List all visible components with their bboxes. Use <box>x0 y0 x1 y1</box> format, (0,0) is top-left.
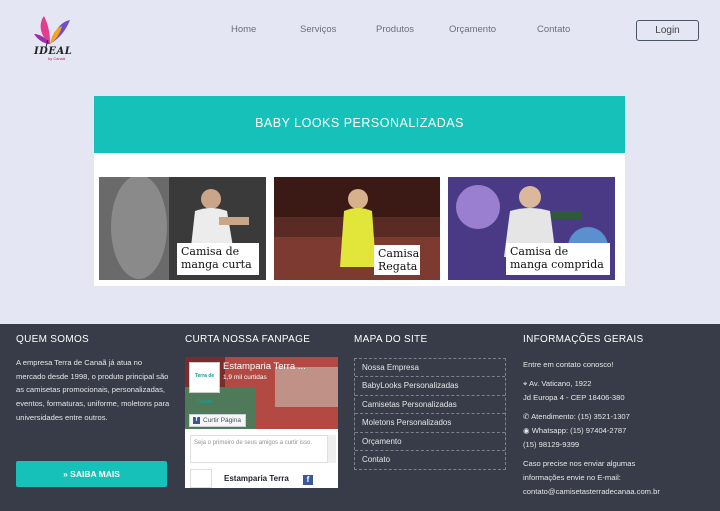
info-whatsapp-line: ◉ Whatsapp: (15) 97404-2787 <box>523 426 626 435</box>
fanpage-name[interactable]: Estamparia Terra ... <box>223 361 306 372</box>
curtir-pagina-button[interactable]: f Curtir Página <box>189 414 246 427</box>
info-address1-text: Av. Vaticano, 1922 <box>528 379 592 388</box>
site-footer: QUEM SOMOS A empresa Terra de Canaã já a… <box>0 324 720 511</box>
map-link-nossa-empresa[interactable]: Nossa Empresa <box>355 359 505 378</box>
whatsapp-icon: ◉ <box>523 426 530 435</box>
site-header: IDEAL by Canaã Home Serviços Produtos Or… <box>0 0 720 72</box>
info-address-line1: ⌖ Av. Vaticano, 1922 <box>523 379 591 389</box>
map-link-orcamento[interactable]: Orçamento <box>355 433 505 451</box>
product-card-manga-comprida[interactable]: Camisa de manga comprida <box>448 177 615 280</box>
map-link-camisetas[interactable]: Camisetas Personalizadas <box>355 396 505 415</box>
facebook-widget[interactable]: Terra de Canaã Estamparia Terra ... 1,9 … <box>185 357 338 488</box>
nav-orcamento[interactable]: Orçamento <box>449 24 496 35</box>
map-marker-icon: ⌖ <box>523 379 528 388</box>
product-caption: Camisa de manga comprida <box>506 243 610 275</box>
curtir-pagina-label: Curtir Página <box>203 417 241 424</box>
nav-produtos[interactable]: Produtos <box>376 24 414 35</box>
facebook-icon: f <box>193 417 200 424</box>
panel-title: BABY LOOKS PERSONALIZADAS <box>94 96 625 153</box>
map-link-contato[interactable]: Contato <box>355 451 505 469</box>
product-caption: Camisa de manga curta <box>177 243 259 275</box>
product-caption: Camisa Regata <box>374 245 420 275</box>
saiba-mais-button[interactable]: » SAIBA MAIS <box>16 461 167 487</box>
map-link-moletons[interactable]: Moletons Personalizados <box>355 414 505 433</box>
product-panel: BABY LOOKS PERSONALIZADAS Camisa de mang… <box>94 96 625 286</box>
phone-icon: ✆ <box>523 412 530 421</box>
post-avatar <box>190 469 212 488</box>
quem-somos-text: A empresa Terra de Canaã já atua no merc… <box>16 358 170 422</box>
info-phone-line: ✆ Atendimento: (15) 3521-1307 <box>523 412 630 421</box>
fanpage-likes: 1,9 mil curtidas <box>223 374 267 381</box>
quem-somos-heading: QUEM SOMOS <box>16 334 90 345</box>
mapa-heading: MAPA DO SITE <box>354 334 428 345</box>
fanpage-heading: CURTA NOSSA FANPAGE <box>185 334 311 345</box>
fanpage-scrollbar[interactable] <box>328 435 336 463</box>
info-intro: Entre em contato conosco! <box>523 360 614 369</box>
info-whatsapp-text: Whatsapp: (15) 97404-2787 <box>531 426 627 435</box>
info-heading: INFORMAÇÕES GERAIS <box>523 334 644 345</box>
login-button[interactable]: Login <box>636 20 699 41</box>
nav-servicos[interactable]: Serviços <box>300 24 336 35</box>
post-page-name[interactable]: Estamparia Terra <box>224 474 289 483</box>
info-phone2: (15) 98129-9399 <box>523 440 580 449</box>
product-card-regata[interactable]: Camisa Regata <box>274 177 440 280</box>
info-phone-text: Atendimento: (15) 3521-1307 <box>531 412 630 421</box>
info-email-text2: informações envie no E-mail: <box>523 473 621 482</box>
info-email-text1: Caso precise nos enviar algumas <box>523 459 636 468</box>
facebook-icon: f <box>303 475 313 485</box>
info-email-link[interactable]: contato@camisetasterradecanaa.com.br <box>523 487 660 496</box>
logo-subtext: by Canaã <box>48 56 66 61</box>
fanpage-friends-note: Seja o primeiro de seus amigos a curtir … <box>190 435 328 463</box>
footer-info: INFORMAÇÕES GERAIS <box>523 334 643 345</box>
nav-home[interactable]: Home <box>231 24 256 35</box>
product-card-manga-curta[interactable]: Camisa de manga curta <box>99 177 266 280</box>
info-address-line2: Jd Europa 4 - CEP 18406-380 <box>523 393 625 402</box>
footer-quem-somos: QUEM SOMOS A empresa Terra de Canaã já a… <box>16 334 171 425</box>
site-map-list: Nossa Empresa BabyLooks Personalizadas C… <box>354 358 506 471</box>
footer-mapa: MAPA DO SITE <box>354 334 427 345</box>
nav-contato[interactable]: Contato <box>537 24 570 35</box>
fanpage-thumbnail: Terra de Canaã <box>189 362 220 405</box>
map-link-babylooks[interactable]: BabyLooks Personalizadas <box>355 377 505 396</box>
footer-fanpage: CURTA NOSSA FANPAGE <box>185 334 310 345</box>
